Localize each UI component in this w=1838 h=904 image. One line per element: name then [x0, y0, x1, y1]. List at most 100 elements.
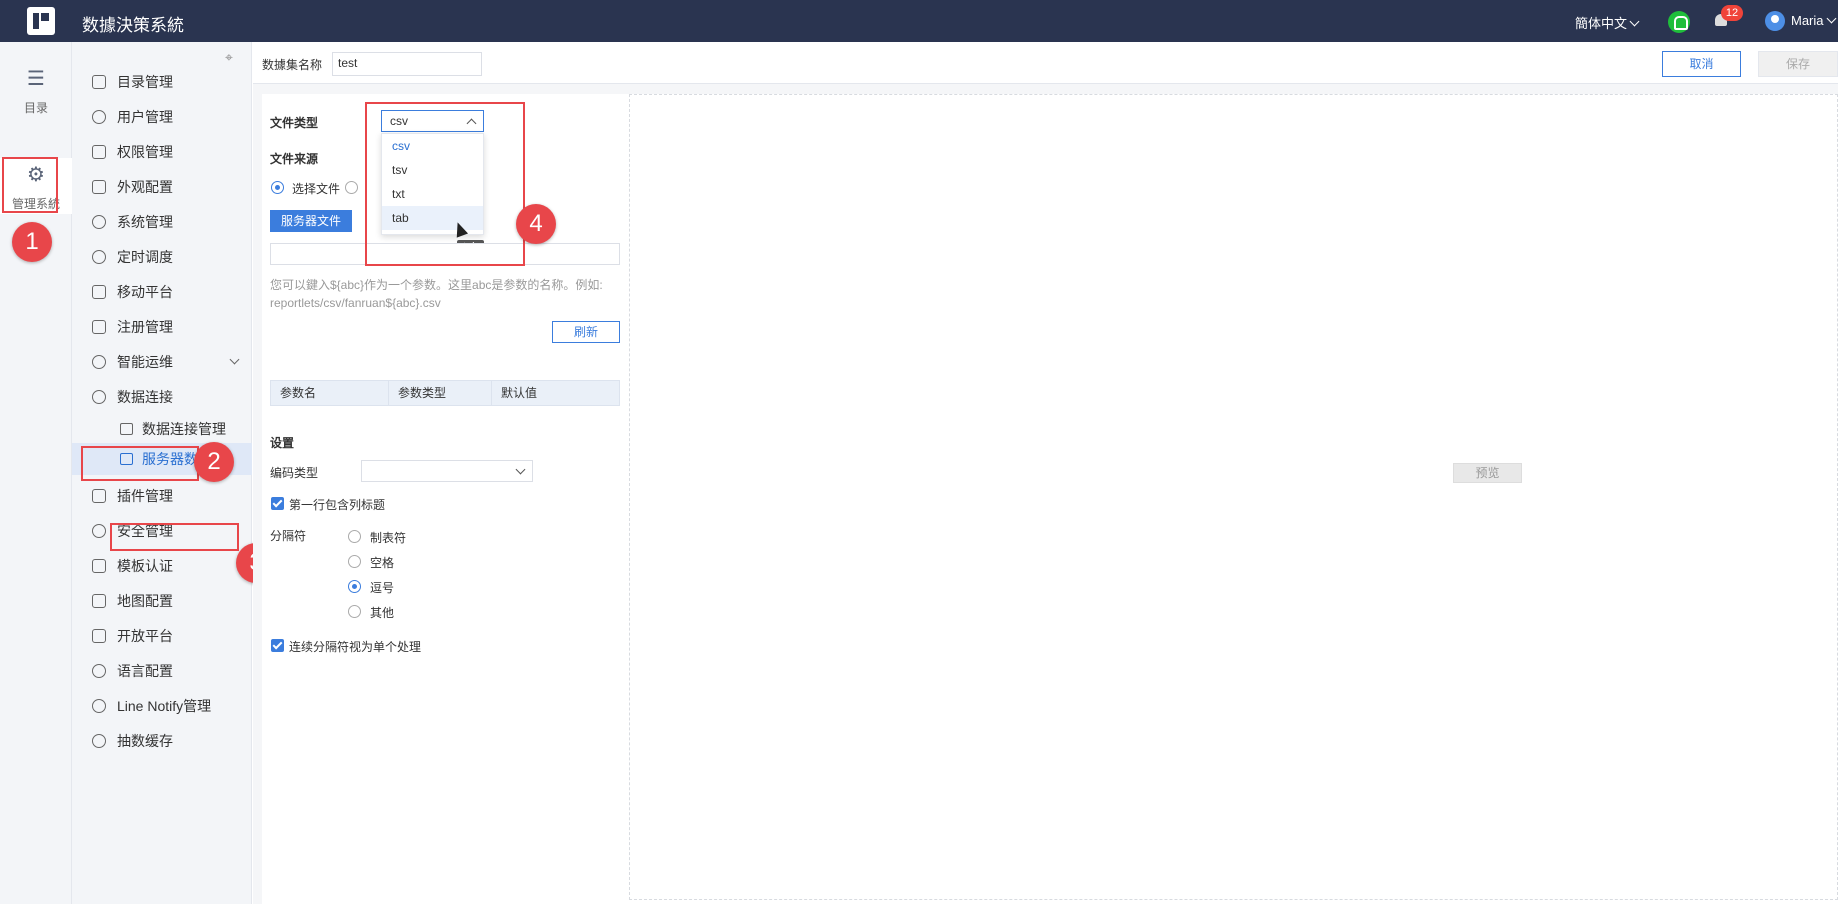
settings-label: 设置	[270, 436, 295, 450]
nav-item-appearance[interactable]: 外观配置	[72, 169, 252, 205]
top-bar: 数據決策系統 簡体中文 12 Maria	[0, 0, 1838, 42]
nav-item-plugins[interactable]: 插件管理	[72, 478, 252, 514]
nav-item-template-cert[interactable]: 模板认证	[72, 548, 252, 584]
first-row-header-label: 第一行包含列标题	[289, 498, 386, 512]
notification-badge: 12	[1721, 5, 1743, 21]
cancel-button[interactable]: 取消	[1662, 51, 1741, 77]
map-icon	[92, 594, 106, 608]
registration-icon	[92, 320, 106, 334]
timer-icon	[92, 250, 106, 264]
globe-icon	[92, 664, 106, 678]
file-source-label: 文件来源	[270, 152, 319, 166]
nav-label: 移动平台	[117, 284, 173, 300]
brush-icon	[92, 180, 106, 194]
choose-file-radio[interactable]	[271, 181, 284, 194]
delimiter-space-label: 空格	[370, 556, 395, 570]
network-icon	[92, 355, 106, 369]
nav-item-line-notify[interactable]: Line Notify管理	[72, 688, 252, 724]
param-header-type: 参数类型	[389, 381, 492, 405]
nav-label: Line Notify管理	[117, 698, 212, 714]
chevron-down-icon	[515, 464, 526, 475]
nav-label: 插件管理	[117, 488, 173, 504]
nav-label: 抽数缓存	[117, 733, 173, 749]
first-row-header-checkbox[interactable]	[271, 497, 284, 510]
nav-label: 权限管理	[117, 144, 173, 160]
nav-sub-connection-management[interactable]: 数据连接管理	[72, 413, 252, 445]
app-logo	[27, 7, 55, 35]
step-marker-4: 4	[516, 204, 556, 244]
gear-icon	[92, 699, 106, 713]
database-icon	[120, 423, 133, 435]
delimiter-comma-label: 逗号	[370, 581, 395, 595]
server-file-button[interactable]: 服务器文件	[270, 210, 352, 232]
param-header-name: 参数名	[271, 381, 389, 405]
rail-catalog[interactable]: ☰ 目录	[0, 66, 72, 116]
consecutive-delimiter-checkbox[interactable]	[271, 639, 284, 652]
save-button[interactable]: 保存	[1758, 51, 1838, 77]
param-hint-line1: 您可以鍵入${abc}作为一个参数。这里abc是参数的名称。例如:	[270, 278, 603, 292]
dataset-name-input[interactable]: test	[332, 52, 482, 76]
nav-label: 外观配置	[117, 179, 173, 195]
url-source-radio[interactable]	[345, 181, 358, 194]
document-icon	[92, 629, 106, 643]
preview-button[interactable]: 预览	[1453, 463, 1522, 483]
highlight-box-1	[2, 157, 58, 213]
parameter-table-header: 参数名 参数类型 默认值	[270, 380, 620, 406]
shield-icon	[92, 524, 106, 538]
choose-file-label: 选择文件	[292, 182, 341, 196]
nav-item-mobile[interactable]: 移动平台	[72, 274, 252, 310]
highlight-box-3	[110, 523, 239, 551]
catalog-icon	[92, 75, 106, 89]
delimiter-comma-radio[interactable]	[348, 580, 361, 593]
nav-item-ops[interactable]: 智能运维	[72, 344, 252, 380]
pin-icon[interactable]: ⌖	[225, 50, 239, 64]
step-marker-1: 1	[12, 222, 52, 262]
nav-label: 数据连接管理	[142, 421, 226, 437]
delimiter-space-radio[interactable]	[348, 555, 361, 568]
param-hint-line2: reportlets/csv/fanruan${abc}.csv	[270, 296, 441, 310]
nav-label: 开放平台	[117, 628, 173, 644]
nav-item-registration[interactable]: 注册管理	[72, 309, 252, 345]
delimiter-tab-radio[interactable]	[348, 530, 361, 543]
file-type-label: 文件类型	[270, 116, 319, 130]
highlight-box-4	[365, 102, 525, 266]
paperclip-icon	[92, 390, 106, 404]
param-header-default: 默认值	[501, 386, 538, 400]
dataset-header: 数據集名称 test 取消 保存	[253, 42, 1838, 84]
nav-item-data-connection[interactable]: 数据连接	[72, 379, 252, 415]
nav-item-language[interactable]: 语言配置	[72, 653, 252, 689]
app-title: 数據決策系統	[82, 16, 184, 35]
nav-item-extract-cache[interactable]: 抽数缓存	[72, 723, 252, 759]
nav-item-users[interactable]: 用户管理	[72, 99, 252, 135]
language-selector[interactable]: 簡体中文	[1575, 13, 1640, 32]
user-menu[interactable]: Maria	[1791, 13, 1836, 28]
delimiter-label: 分隔符	[270, 529, 307, 543]
step-marker-2: 2	[194, 442, 234, 482]
settings-icon	[92, 215, 106, 229]
encoding-label: 编码类型	[270, 466, 319, 480]
nav-item-catalog[interactable]: 目录管理	[72, 64, 252, 100]
chevron-down-icon	[229, 354, 240, 365]
highlight-box-2	[81, 446, 199, 481]
nav-item-system[interactable]: 系统管理	[72, 204, 252, 240]
lock-icon	[92, 145, 106, 159]
green-bell-icon[interactable]	[1668, 11, 1690, 33]
nav-label: 定时调度	[117, 249, 173, 265]
nav-label: 语言配置	[117, 663, 173, 679]
refresh-button[interactable]: 刷新	[552, 321, 620, 343]
rail-catalog-label: 目录	[23, 101, 48, 115]
delimiter-tab-label: 制表符	[370, 531, 407, 545]
certificate-icon	[92, 559, 106, 573]
user-avatar[interactable]	[1765, 11, 1785, 31]
delimiter-other-label: 其他	[370, 606, 395, 620]
language-label: 簡体中文	[1575, 16, 1628, 31]
nav-item-map[interactable]: 地图配置	[72, 583, 252, 619]
dataset-name-label: 数據集名称	[262, 58, 323, 72]
gear-icon	[92, 734, 106, 748]
delimiter-other-radio[interactable]	[348, 605, 361, 618]
nav-item-schedule[interactable]: 定时调度	[72, 239, 252, 275]
nav-item-open-platform[interactable]: 开放平台	[72, 618, 252, 654]
nav-item-permissions[interactable]: 权限管理	[72, 134, 252, 170]
nav-label: 数据连接	[117, 389, 173, 405]
encoding-select[interactable]	[361, 460, 533, 482]
